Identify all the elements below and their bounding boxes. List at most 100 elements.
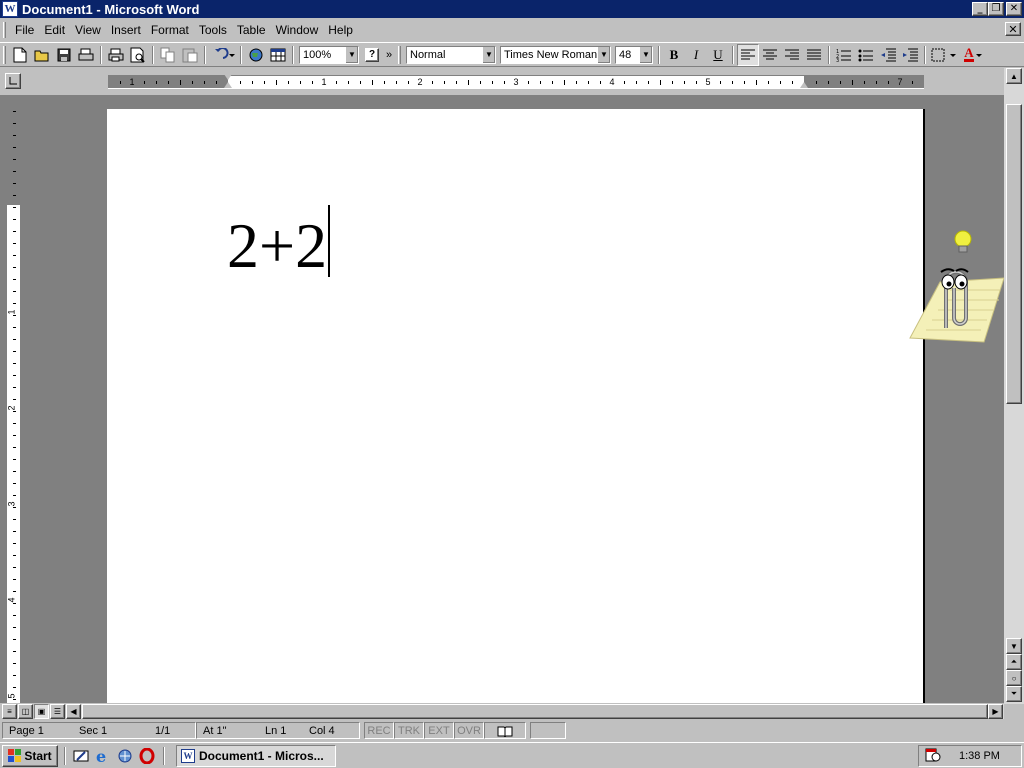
more-buttons-icon[interactable]: »: [383, 44, 395, 66]
horizontal-scroll-thumb[interactable]: [82, 704, 988, 719]
menu-format[interactable]: Format: [146, 23, 194, 37]
scheduler-icon[interactable]: [925, 748, 941, 765]
ruler-number: 3: [513, 77, 519, 87]
ruler-tick: [13, 603, 16, 604]
internet-explorer-icon[interactable]: e: [93, 746, 113, 766]
vertical-ruler[interactable]: 1 2 3 4 5: [6, 105, 20, 703]
menu-edit[interactable]: Edit: [39, 23, 70, 37]
align-center-icon[interactable]: [759, 44, 781, 66]
status-trk[interactable]: TRK: [394, 722, 424, 739]
align-right-icon[interactable]: [781, 44, 803, 66]
ruler-tick: [816, 81, 817, 84]
ruler-tick: [348, 81, 349, 84]
help-icon[interactable]: ?: [361, 44, 383, 66]
ruler-tick: [252, 81, 253, 84]
zoom-combo[interactable]: 100% ▼: [299, 45, 359, 64]
table-icon[interactable]: [267, 44, 289, 66]
bullets-icon[interactable]: [855, 44, 877, 66]
font-combo[interactable]: Times New Roman ▼: [500, 45, 611, 64]
svg-text:3: 3: [836, 58, 839, 62]
toolbar-grip[interactable]: [398, 45, 401, 64]
menu-tools[interactable]: Tools: [194, 23, 232, 37]
chevron-down-icon[interactable]: ▼: [597, 46, 610, 63]
align-left-icon[interactable]: [737, 43, 759, 66]
web-icon[interactable]: [245, 44, 267, 66]
menu-grip[interactable]: [3, 22, 6, 38]
decrease-indent-icon[interactable]: [877, 44, 899, 66]
office-assistant[interactable]: [906, 230, 1004, 350]
show-desktop-icon[interactable]: [71, 746, 91, 766]
scroll-down-icon[interactable]: ▼: [1006, 638, 1022, 654]
vertical-scrollbar[interactable]: ▲ ▼ ⏶ ○ ⏷: [1004, 68, 1024, 704]
underline-button[interactable]: U: [707, 44, 729, 66]
preview-icon[interactable]: [127, 44, 149, 66]
menu-view[interactable]: View: [70, 23, 106, 37]
justify-icon[interactable]: [803, 44, 825, 66]
ruler-tick: [13, 111, 16, 112]
font-color-icon[interactable]: A: [959, 44, 989, 66]
new-icon[interactable]: [9, 44, 31, 66]
print-layout-view-icon[interactable]: ▣: [34, 704, 49, 719]
print-icon[interactable]: [105, 44, 127, 66]
title-bar[interactable]: W Document1 - Microsoft Word _ ❐ ✕: [0, 0, 1024, 18]
select-browse-object-icon[interactable]: ○: [1006, 670, 1022, 686]
restore-icon[interactable]: ❐: [988, 2, 1004, 16]
minimize-icon[interactable]: _: [972, 2, 988, 16]
start-button[interactable]: Start: [2, 744, 58, 767]
status-ext[interactable]: EXT: [424, 722, 454, 739]
toolbar-separator: [292, 45, 294, 64]
previous-page-icon[interactable]: ⏶: [1006, 654, 1022, 670]
paste-icon[interactable]: [179, 44, 201, 66]
print-preview-icon[interactable]: [75, 44, 97, 66]
undo-icon[interactable]: [209, 44, 237, 66]
opera-icon[interactable]: [137, 746, 157, 766]
toolbar-grip[interactable]: [3, 45, 6, 64]
document-body[interactable]: 2+2: [227, 205, 331, 286]
scroll-right-icon[interactable]: ▶: [988, 704, 1003, 719]
web-layout-view-icon[interactable]: ◫: [18, 704, 33, 719]
close-icon[interactable]: ✕: [1006, 2, 1022, 16]
menu-window[interactable]: Window: [271, 23, 324, 37]
style-combo[interactable]: Normal ▼: [406, 45, 496, 64]
open-icon[interactable]: [31, 44, 53, 66]
document-page[interactable]: 2+2: [107, 109, 925, 703]
word-document-icon[interactable]: W: [2, 1, 18, 17]
font-size-combo[interactable]: 48 ▼: [615, 45, 653, 64]
chevron-down-icon[interactable]: ▼: [639, 46, 652, 63]
italic-button[interactable]: I: [685, 44, 707, 66]
right-indent-marker[interactable]: [800, 82, 808, 88]
horizontal-ruler[interactable]: 1 1 2 3 4 5 7: [108, 74, 924, 89]
status-rec[interactable]: REC: [364, 722, 394, 739]
normal-view-icon[interactable]: ≡: [2, 704, 17, 719]
increase-indent-icon[interactable]: [899, 44, 921, 66]
ruler-tick: [13, 423, 16, 424]
menu-insert[interactable]: Insert: [106, 23, 146, 37]
taskbar-word-document[interactable]: W Document1 - Micros...: [176, 744, 336, 767]
next-page-icon[interactable]: ⏷: [1006, 686, 1022, 702]
border-icon[interactable]: [929, 44, 959, 66]
outline-view-icon[interactable]: ☰: [50, 704, 65, 719]
save-icon[interactable]: [53, 44, 75, 66]
svg-text:e: e: [96, 748, 106, 764]
numbering-icon[interactable]: 123: [833, 44, 855, 66]
hanging-indent-marker[interactable]: [224, 82, 232, 88]
bold-button[interactable]: B: [663, 44, 685, 66]
document-close-icon[interactable]: ✕: [1005, 22, 1021, 36]
vertical-scroll-thumb[interactable]: [1006, 104, 1022, 404]
scroll-left-icon[interactable]: ◀: [66, 704, 81, 719]
status-ovr[interactable]: OVR: [454, 722, 484, 739]
ruler-tick: [13, 363, 16, 364]
copy-icon[interactable]: [157, 44, 179, 66]
channels-icon[interactable]: [115, 746, 135, 766]
scroll-up-icon[interactable]: ▲: [1006, 68, 1022, 84]
spelling-status-icon[interactable]: [484, 722, 526, 739]
ruler-tick: [876, 81, 877, 84]
menu-help[interactable]: Help: [323, 23, 358, 37]
first-line-indent-marker[interactable]: [224, 74, 232, 80]
clock[interactable]: 1:38 PM: [959, 750, 1000, 762]
menu-file[interactable]: File: [10, 23, 39, 37]
chevron-down-icon[interactable]: ▼: [482, 46, 495, 63]
tab-selector[interactable]: [5, 73, 21, 89]
chevron-down-icon[interactable]: ▼: [345, 46, 358, 63]
menu-table[interactable]: Table: [232, 23, 271, 37]
